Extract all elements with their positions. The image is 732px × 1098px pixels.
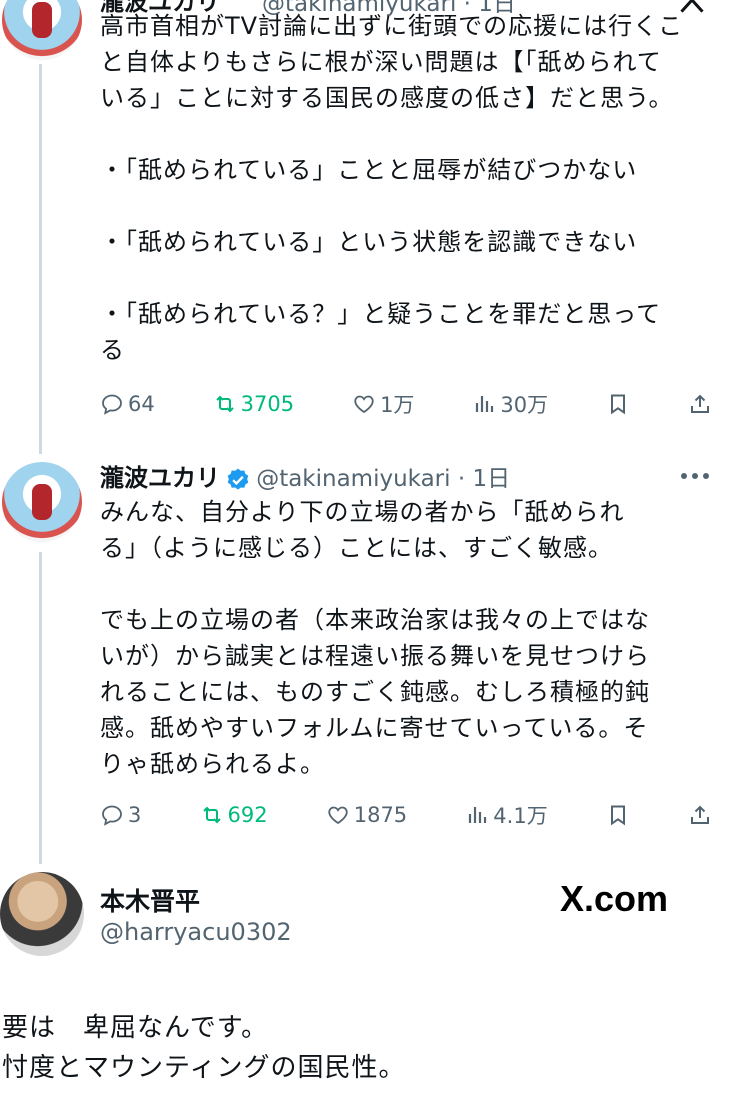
tweet-actions: 64 3705 1万 30万 bbox=[100, 388, 712, 420]
tweet-text: みんな、自分より下の立場の者から「舐められ る」（ように感じる）ことには、すごく… bbox=[100, 494, 720, 782]
retweet-icon bbox=[202, 806, 221, 824]
views-icon bbox=[469, 807, 487, 823]
reply-author-handle[interactable]: @harryacu0302 bbox=[100, 918, 292, 946]
reply-button[interactable]: 3 bbox=[100, 803, 141, 827]
tweet-line: る」（ように感じる）ことには、すごく敏感。 bbox=[100, 534, 613, 562]
more-options-icon[interactable] bbox=[681, 473, 709, 481]
bookmark-button[interactable] bbox=[606, 392, 630, 416]
reply-text: 要は 卑屈なんです。 忖度とマウンティングの国民性。 bbox=[2, 1008, 405, 1088]
reply-count: 3 bbox=[128, 803, 142, 827]
reply-line: 忖度とマウンティングの国民性。 bbox=[2, 1053, 406, 1083]
thread-line bbox=[39, 64, 42, 454]
bookmark-icon bbox=[610, 805, 625, 826]
bookmark-icon bbox=[611, 394, 626, 415]
tweet-line: と自体よりもさらに根が深い問題は【「舐められて bbox=[100, 48, 662, 76]
reply-icon bbox=[102, 805, 122, 826]
reply-button[interactable]: 64 bbox=[100, 392, 155, 416]
tweet-header: 瀧波ユカリ @takinamiyukari · 1日 bbox=[100, 458, 510, 497]
reply-line: 要は 卑屈なんです。 bbox=[2, 1013, 269, 1043]
tweet-line bbox=[100, 188, 720, 224]
author-handle[interactable]: @takinamiyukari · 1日 bbox=[256, 466, 510, 492]
views-icon bbox=[476, 396, 494, 412]
retweet-count: 3705 bbox=[240, 392, 295, 416]
tweet-line: りゃ舐められるよ。 bbox=[100, 750, 325, 778]
views-count: 30万 bbox=[500, 393, 549, 417]
share-icon bbox=[690, 805, 709, 824]
tweet-line: ・「舐められている？」と疑うことを罪だと思って bbox=[100, 300, 662, 328]
heart-icon bbox=[354, 395, 374, 414]
tweet-line: いる」ことに対する国民の感度の低さ】だと思う。 bbox=[100, 84, 674, 112]
tweet-line: 感。舐めやすいフォルムに寄せていっている。そ bbox=[100, 714, 649, 742]
tweet-line: でも上の立場の者（本来政治家は我々の上ではな bbox=[100, 606, 650, 634]
share-icon bbox=[690, 394, 709, 413]
avatar[interactable] bbox=[0, 872, 84, 956]
views-button[interactable]: 30万 bbox=[472, 389, 548, 419]
views-button[interactable]: 4.1万 bbox=[465, 800, 548, 830]
like-button[interactable]: 1万 bbox=[352, 389, 414, 419]
tweet-line: ・「舐められている」ことと屈辱が結びつかない bbox=[100, 156, 638, 184]
x-logo: X.com bbox=[560, 878, 669, 919]
bookmark-button[interactable] bbox=[606, 803, 630, 827]
tweet-line: 高市首相がTV討論に出ずに街頭での応援には行くこ bbox=[100, 12, 684, 40]
tweet-line: れることには、ものすごく鈍感。むしろ積極的鈍 bbox=[100, 678, 650, 706]
tweet-line: みんな、自分より下の立場の者から「舐められ bbox=[100, 498, 625, 526]
retweet-button[interactable]: 692 bbox=[200, 803, 268, 827]
tweet-line: ・「舐められている」という状態を認識できない bbox=[100, 228, 638, 256]
tweet-text: 高市首相がTV討論に出ずに街頭での応援には行くこ と自体よりもさらに根が深い問題… bbox=[100, 8, 720, 368]
thread-line bbox=[39, 552, 42, 864]
reply-author-name[interactable]: 本木晋平 bbox=[100, 882, 200, 918]
like-button[interactable]: 1875 bbox=[326, 803, 407, 827]
share-button[interactable] bbox=[688, 803, 712, 827]
reply-icon bbox=[102, 394, 122, 415]
share-button[interactable] bbox=[688, 392, 712, 416]
retweet-button[interactable]: 3705 bbox=[213, 392, 294, 416]
views-count: 4.1万 bbox=[493, 804, 548, 828]
tweet-actions: 3 692 1875 4.1万 bbox=[100, 799, 712, 831]
verified-badge-icon bbox=[225, 467, 251, 497]
tweet-line bbox=[100, 260, 720, 296]
avatar[interactable] bbox=[2, 462, 82, 542]
author-name[interactable]: 瀧波ユカリ bbox=[100, 464, 220, 492]
retweet-count: 692 bbox=[227, 803, 268, 827]
tweet-line bbox=[100, 566, 720, 602]
like-count: 1875 bbox=[353, 803, 408, 827]
tweet-line: いが）から誠実とは程遠い振る舞いを見せつけら bbox=[100, 642, 650, 670]
tweet-line bbox=[100, 116, 720, 152]
tweet-line: る bbox=[100, 336, 125, 364]
retweet-icon bbox=[215, 395, 234, 413]
avatar[interactable] bbox=[2, 0, 82, 60]
heart-icon bbox=[328, 806, 348, 825]
reply-count: 64 bbox=[128, 392, 155, 416]
like-count: 1万 bbox=[380, 393, 415, 417]
